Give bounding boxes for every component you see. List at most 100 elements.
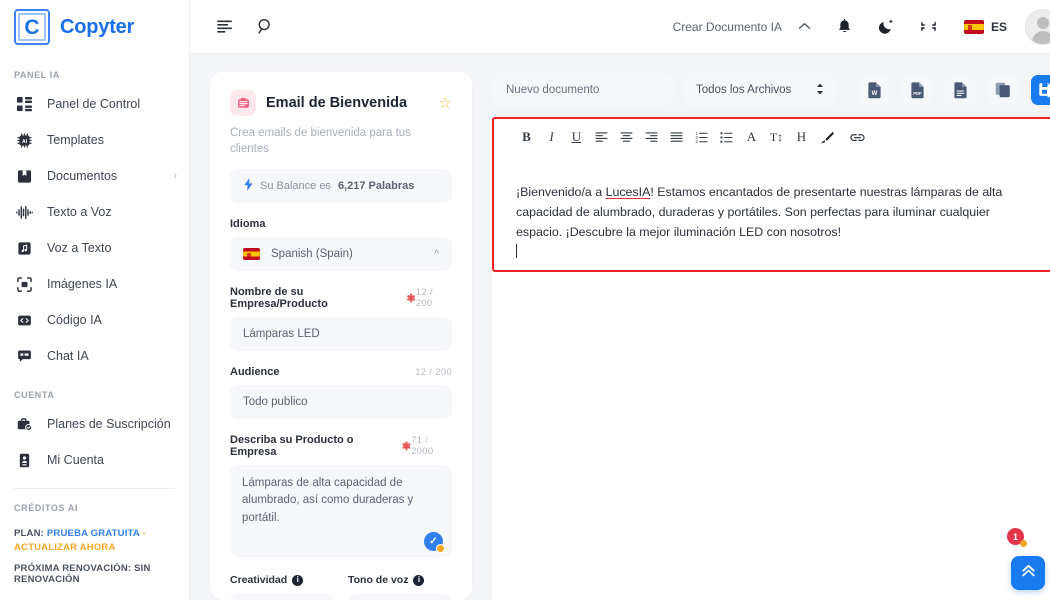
company-label: Nombre de su Empresa/Producto ✱ [230, 286, 416, 310]
company-input-value: Lámparas LED [243, 328, 320, 341]
tone-label: Tono de voz i [348, 573, 452, 587]
plan-upgrade-link[interactable]: ACTUALIZAR AHORA [14, 542, 116, 553]
moon-icon[interactable] [870, 10, 904, 44]
sidebar-item-label: Documentos [47, 169, 118, 183]
font-color-button[interactable]: A [739, 125, 764, 150]
svg-text:PDF: PDF [913, 91, 922, 96]
language-switcher[interactable]: ES [958, 19, 1013, 34]
describe-textarea-value: Lámparas de alta capacidad de alumbrado,… [242, 477, 414, 524]
bullet-list-button[interactable] [714, 125, 739, 150]
sidebar-item-chat-ia[interactable]: Chat IA [0, 338, 189, 374]
italic-button[interactable]: I [539, 125, 564, 150]
notification-badge[interactable]: 1 [1007, 528, 1027, 547]
font-size-button[interactable]: T↕ [764, 125, 789, 150]
menu-align-icon[interactable] [208, 10, 242, 44]
info-icon[interactable]: i [413, 574, 425, 586]
stepper-arrows-icon [816, 83, 824, 97]
files-filter-select[interactable]: Todos los Archivos [684, 73, 836, 107]
align-justify-button[interactable] [664, 125, 689, 150]
id-card-icon [14, 450, 34, 470]
grammar-check-icon[interactable]: ✓ [424, 532, 445, 554]
language-select-value: Spanish (Spain) [271, 248, 353, 261]
sidebar-item-label: Imágenes IA [47, 277, 118, 291]
creativity-label: Creatividad i [230, 573, 334, 587]
company-field-row: Nombre de su Empresa/Producto ✱ 12 / 200 [230, 286, 452, 310]
sidebar-item-planes-de-suscripcion[interactable]: Planes de Suscripción [0, 406, 189, 442]
sidebar-item-voz-a-texto[interactable]: Voz a Texto [0, 230, 189, 266]
chevron-up-icon: ^ [434, 248, 439, 260]
describe-textarea[interactable]: Lámparas de alta capacidad de alumbrado,… [230, 465, 452, 558]
chevron-up-icon[interactable] [790, 12, 820, 42]
tone-select[interactable]: Casual [348, 594, 452, 600]
audience-input-value: Todo publico [243, 396, 308, 409]
company-input[interactable]: Lámparas LED [230, 317, 452, 352]
bell-icon[interactable] [828, 10, 862, 44]
credits-caption: CRÉDITOS AI [14, 503, 79, 513]
renewal-line: PRÓXIMA RENOVACIÓN: SIN RENOVACIÓN [14, 562, 151, 585]
heading-button[interactable]: H [789, 125, 814, 150]
save-document-button[interactable] [1031, 75, 1050, 105]
describe-field-row: Describa su Producto o Empresa ✱ 71 / 200… [230, 434, 452, 458]
align-left-button[interactable] [589, 125, 614, 150]
avatar-head [1037, 16, 1049, 29]
misspelled-word: LucesIA [605, 185, 651, 199]
brand-name: Copyter [60, 15, 135, 38]
tone-label-text: Tono de voz [348, 574, 409, 587]
create-document-link[interactable]: Crear Documento IA [665, 20, 790, 34]
code-icon [14, 310, 34, 330]
align-center-button[interactable] [614, 125, 639, 150]
sidebar-item-mi-cuenta[interactable]: Mi Cuenta [0, 442, 189, 478]
underline-button[interactable]: U [564, 125, 589, 150]
language-select[interactable]: Spanish (Spain) ^ [230, 237, 452, 272]
scroll-to-top-button[interactable] [1011, 556, 1045, 590]
sidebar-section-panel-caption: PANEL IA [14, 70, 60, 80]
sidebar-item-templates[interactable]: AI Templates [0, 122, 189, 158]
plan-line: PLAN: PRUEBA GRATUITA - ACTUALIZAR AHORA [14, 527, 175, 555]
page-title: Email de Bienvenida [266, 95, 408, 111]
sidebar-item-label: Voz a Texto [47, 241, 112, 255]
document-name-input[interactable]: Nuevo documento [492, 73, 674, 107]
plan-value: PRUEBA GRATUITA [46, 528, 140, 539]
brand-logo-area[interactable]: C Copyter [0, 0, 189, 54]
sidebar: C Copyter PANEL IA Panel de Control AI T… [0, 0, 190, 600]
editor-column: Nuevo documento Todos los Archivos W PDF [492, 72, 1050, 600]
documents-icon [14, 166, 34, 186]
chevron-right-icon: › [173, 170, 177, 182]
sidebar-item-imagenes-ia[interactable]: Imágenes IA [0, 266, 189, 302]
editor-topbar: Nuevo documento Todos los Archivos W PDF [492, 72, 1050, 108]
editor-toolbar: B I U 1 2 3 A T↕ H [494, 119, 1050, 156]
collapse-icon[interactable] [912, 10, 946, 44]
export-txt-button[interactable] [945, 75, 975, 105]
export-word-button[interactable]: W [859, 75, 889, 105]
document-content[interactable]: ¡Bienvenido/a a LucesIA! Estamos encanta… [494, 156, 1050, 259]
creativity-select[interactable]: Media [230, 594, 334, 600]
sidebar-item-label: Texto a Voz [47, 205, 112, 219]
avatar[interactable] [1025, 8, 1050, 45]
bold-button[interactable]: B [514, 125, 539, 150]
required-marker: ✱ [406, 292, 416, 305]
sidebar-item-panel-de-control[interactable]: Panel de Control [0, 86, 189, 122]
search-icon[interactable] [248, 10, 282, 44]
export-pdf-button[interactable]: PDF [902, 75, 932, 105]
form-subtitle: Crea emails de bienvenida para tus clien… [230, 127, 411, 155]
bolt-icon [244, 178, 253, 194]
info-icon[interactable]: i [292, 574, 304, 586]
audience-field-row: Audience 12 / 200 [230, 366, 452, 378]
double-chevron-up-icon [1020, 563, 1037, 583]
sidebar-item-codigo-ia[interactable]: Código IA [0, 302, 189, 338]
camera-icon [14, 274, 34, 294]
audience-input[interactable]: Todo publico [230, 385, 452, 420]
link-button[interactable] [845, 125, 870, 150]
star-icon[interactable]: ☆ [439, 94, 452, 112]
creativity-tone-row: Creatividad i Media Tono de voz [230, 573, 452, 600]
spain-flag-icon [243, 248, 260, 261]
ordered-list-button[interactable]: 123 [689, 125, 714, 150]
form-header: Email de Bienvenida ☆ [230, 90, 452, 116]
sidebar-item-texto-a-voz[interactable]: Texto a Voz [0, 194, 189, 230]
copy-button[interactable] [988, 75, 1018, 105]
sidebar-item-documentos[interactable]: Documentos › [0, 158, 189, 194]
align-right-button[interactable] [639, 125, 664, 150]
creativity-group: Creatividad i Media [230, 573, 334, 600]
content-area: Email de Bienvenida ☆ Crea emails de bie… [190, 54, 1050, 600]
brush-button[interactable] [814, 125, 839, 150]
